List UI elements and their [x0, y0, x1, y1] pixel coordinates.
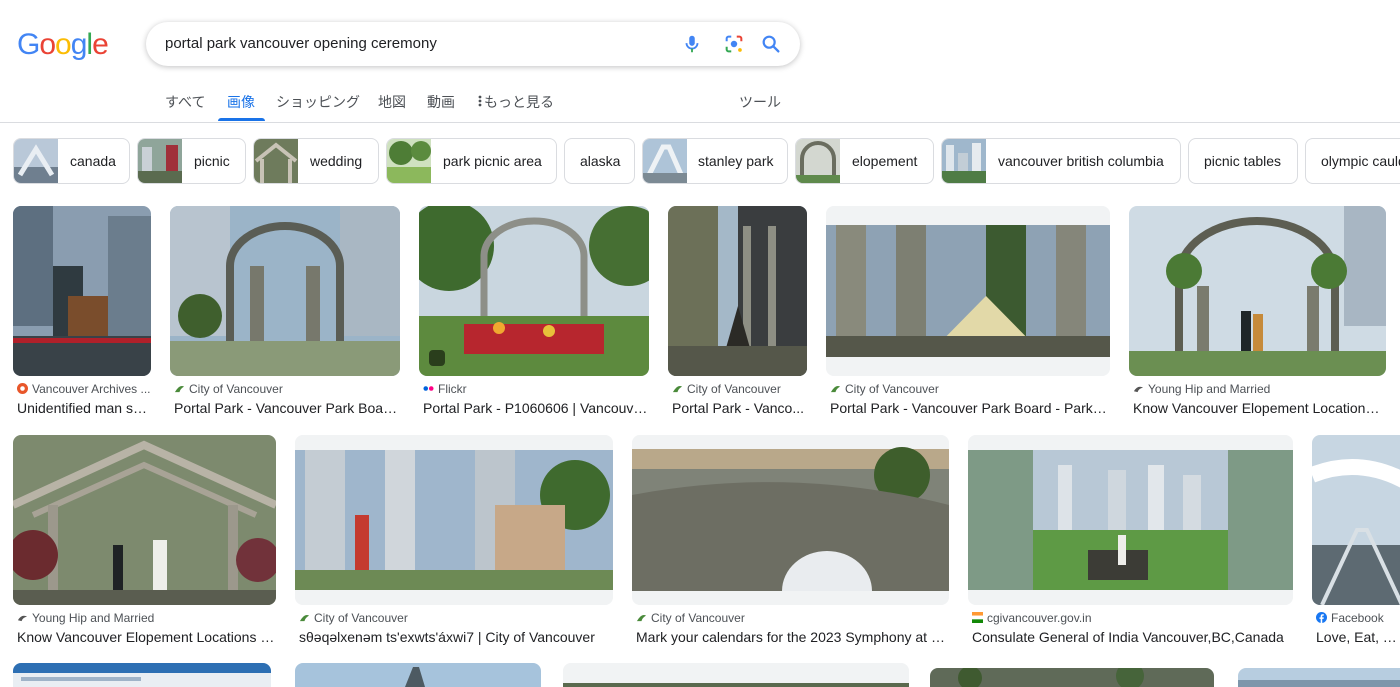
young-hip-married-favicon	[1133, 383, 1144, 394]
city-of-vancouver-favicon	[672, 383, 683, 394]
chip-picnic-tables[interactable]: picnic tables	[1188, 138, 1298, 184]
result-thumbnail[interactable]	[1129, 206, 1386, 376]
result-thumbnail[interactable]	[668, 206, 807, 376]
result-thumbnail[interactable]	[295, 435, 613, 605]
chip-label: elopement	[852, 153, 918, 169]
result-thumbnail[interactable]	[295, 663, 541, 687]
city-of-vancouver-favicon	[830, 383, 841, 394]
result-thumbnail[interactable]	[563, 663, 909, 687]
result-title[interactable]: Know Vancouver Elopement Locations |...	[1133, 400, 1386, 416]
tab-more[interactable]: もっと見る	[476, 92, 554, 112]
chip-thumbnail	[796, 139, 840, 183]
result-source: Flickr	[423, 382, 649, 396]
chip-label: picnic tables	[1204, 153, 1282, 169]
active-tab-indicator	[218, 118, 265, 121]
lens-camera-icon[interactable]	[723, 33, 745, 55]
result-title[interactable]: Portal Park - Vanco...	[672, 400, 807, 416]
result-source: City of Vancouver	[636, 611, 949, 625]
google-images-page: Google portal park vancouver opening cer…	[0, 0, 1400, 687]
result-title[interactable]: Mark your calendars for the 2023 Symphon…	[636, 629, 949, 645]
chip-picnic[interactable]: picnic	[137, 138, 246, 184]
result-title[interactable]: sθəqəlxenəm ts'exwts'áxwi7 | City of Van…	[299, 629, 613, 645]
result-source: Facebook	[1316, 611, 1400, 625]
city-of-vancouver-favicon	[299, 612, 310, 623]
tab-all[interactable]: すべて	[165, 92, 205, 112]
tab-maps[interactable]: 地図	[378, 92, 406, 112]
chip-canada[interactable]: canada	[13, 138, 130, 184]
result-thumbnail[interactable]	[826, 206, 1110, 376]
chip-label: park picnic area	[443, 153, 542, 169]
result-thumbnail[interactable]	[1312, 435, 1400, 605]
result-source: City of Vancouver	[830, 382, 1110, 396]
chip-thumbnail	[138, 139, 182, 183]
chip-label: picnic	[194, 153, 230, 169]
chip-label: canada	[70, 153, 116, 169]
search-box[interactable]: portal park vancouver opening ceremony	[146, 22, 800, 66]
chip-thumbnail	[14, 139, 58, 183]
result-thumbnail[interactable]	[170, 206, 400, 376]
city-of-vancouver-favicon	[636, 612, 647, 623]
india-flag-favicon	[972, 612, 983, 623]
city-of-vancouver-favicon	[174, 383, 185, 394]
chip-label: vancouver british columbia	[998, 153, 1164, 169]
result-thumbnail[interactable]	[968, 435, 1293, 605]
result-title[interactable]: Portal Park - P1060606 | Vancouve...	[423, 400, 649, 416]
chip-alaska[interactable]: alaska	[564, 138, 635, 184]
result-thumbnail[interactable]	[930, 668, 1214, 687]
result-source: City of Vancouver	[299, 611, 613, 625]
result-title[interactable]: Portal Park - Vancouver Park Board - Par…	[830, 400, 1110, 416]
chip-label: alaska	[580, 153, 621, 169]
chip-label: wedding	[310, 153, 363, 169]
result-source: Vancouver Archives ...	[17, 382, 151, 396]
chip-thumbnail	[942, 139, 986, 183]
result-thumbnail[interactable]	[13, 435, 276, 605]
result-source: Young Hip and Married	[1133, 382, 1386, 396]
result-source: Young Hip and Married	[17, 611, 276, 625]
result-source: cgivancouver.gov.in	[972, 611, 1293, 625]
header-divider	[0, 122, 1400, 123]
result-title[interactable]: Know Vancouver Elopement Locations | ...	[17, 629, 276, 645]
chip-wedding[interactable]: wedding	[253, 138, 379, 184]
result-source: City of Vancouver	[174, 382, 400, 396]
chip-thumbnail	[254, 139, 298, 183]
facebook-favicon	[1316, 612, 1327, 623]
chip-olympic-cauldron[interactable]: olympic cauldron	[1305, 138, 1400, 184]
result-thumbnail[interactable]	[13, 206, 151, 376]
chip-thumbnail	[643, 139, 687, 183]
vancouver-archives-favicon	[17, 383, 28, 394]
chip-elopement[interactable]: elopement	[795, 138, 934, 184]
result-thumbnail[interactable]	[13, 663, 271, 687]
young-hip-married-favicon	[17, 612, 28, 623]
chip-label: stanley park	[698, 153, 774, 169]
chip-park-picnic-area[interactable]: park picnic area	[386, 138, 557, 184]
result-thumbnail[interactable]	[632, 435, 949, 605]
tab-images[interactable]: 画像	[227, 92, 255, 112]
chip-vancouver-british-columbia[interactable]: vancouver british columbia	[941, 138, 1181, 184]
tab-videos[interactable]: 動画	[427, 92, 455, 112]
search-icon[interactable]	[760, 33, 782, 55]
result-source: City of Vancouver	[672, 382, 807, 396]
tab-more-label: もっと見る	[484, 94, 554, 110]
result-title[interactable]: Consulate General of India Vancouver,BC,…	[972, 629, 1293, 645]
chip-label: olympic cauldron	[1321, 153, 1400, 169]
more-vert-icon	[476, 94, 484, 111]
tools-button[interactable]: ツール	[739, 92, 781, 112]
result-thumbnail[interactable]	[419, 206, 649, 376]
search-input[interactable]: portal park vancouver opening ceremony	[165, 35, 437, 52]
flickr-favicon	[423, 383, 434, 394]
image-badge-icon	[429, 350, 445, 366]
google-logo[interactable]: Google	[17, 28, 109, 62]
microphone-icon[interactable]	[681, 33, 703, 55]
result-thumbnail[interactable]	[1238, 668, 1400, 687]
tab-shopping[interactable]: ショッピング	[276, 92, 360, 112]
result-title[interactable]: Portal Park - Vancouver Park Board...	[174, 400, 400, 416]
result-title[interactable]: Unidentified man sp...	[17, 400, 151, 416]
chip-stanley-park[interactable]: stanley park	[642, 138, 788, 184]
chip-thumbnail	[387, 139, 431, 183]
result-title[interactable]: Love, Eat, Travel	[1316, 629, 1400, 645]
